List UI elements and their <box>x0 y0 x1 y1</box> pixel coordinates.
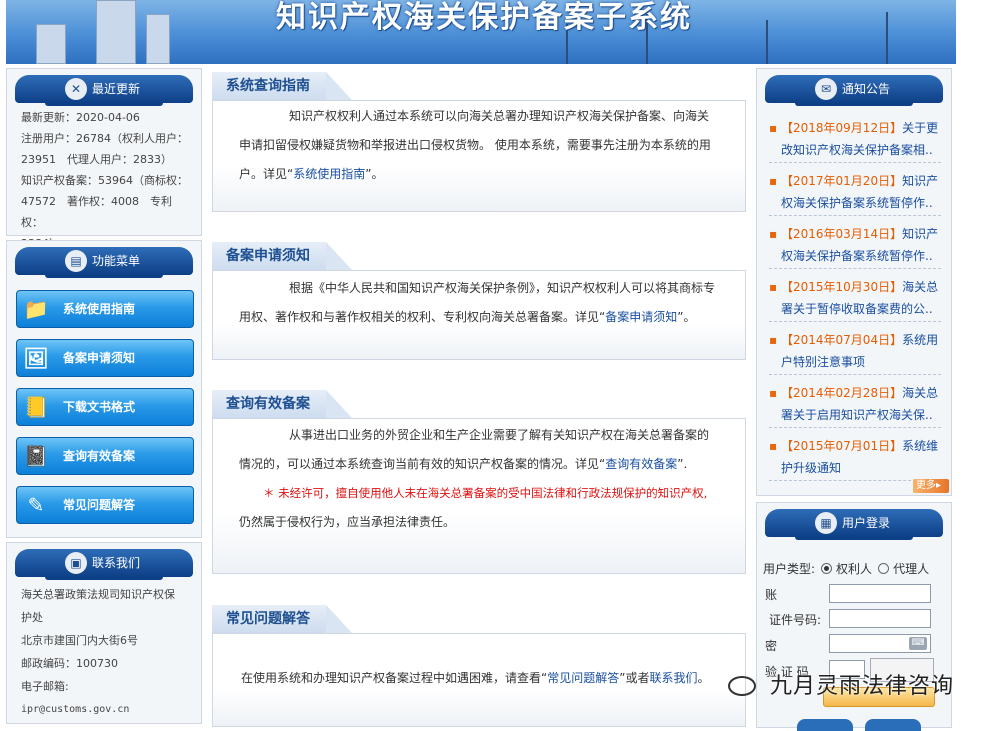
notice-item[interactable]: ▪ 【2014年02月28日】海关总署关于启用知识产权海关保.. <box>769 382 941 428</box>
picture-icon: 🖼 <box>23 346 49 370</box>
recent-updates-text: 最新更新：2020-04-06 注册用户：26784（权利人用户： 23951 … <box>21 111 188 250</box>
legal-warning: ＊ 未经许可，擅自使用他人未在海关总署备案的受中国法律和行政法规保护的知识产权, <box>263 486 708 500</box>
keyboard-icon[interactable]: ⌨ <box>909 637 927 650</box>
menu-faq-button[interactable]: ✎ 常见问题解答 <box>16 486 194 524</box>
recent-updates-panel: ✕ 最近更新 最新更新：2020-04-06 注册用户：26784（权利人用户：… <box>6 68 202 250</box>
cert-label: 证件号码: <box>769 613 822 627</box>
function-menu-panel: ▤ 功能菜单 📁 系统使用指南 🖼 备案申请须知 📒 下载文书格式 📓 查询有效… <box>6 240 202 538</box>
menu-download-forms-button[interactable]: 📒 下载文书格式 <box>16 388 194 426</box>
book-icon: ▤ <box>65 250 87 272</box>
section-body-faq: 在使用系统和办理知识产权备案过程中如遇困难，请查看“常见问题解答”或者联系我们。 <box>212 633 746 727</box>
login-header: ▦ 用户登录 <box>765 509 943 540</box>
section-title-apply: 备案申请须知 <box>212 242 352 270</box>
register-button[interactable] <box>797 719 853 731</box>
section-title-guide: 系统查询指南 <box>212 72 352 100</box>
banner-building <box>36 24 66 64</box>
calculator-icon: ▦ <box>815 512 837 534</box>
notice-item[interactable]: ▪ 【2015年07月01日】系统维护升级通知 <box>769 435 941 481</box>
contact-header: ▣ 联系我们 <box>15 549 193 580</box>
function-menu-header: ▤ 功能菜单 <box>15 247 193 278</box>
section-body-apply: 根据《中华人民共和国知识产权海关保护条例》，知识产权权利人可以将其商标专用权、著… <box>212 270 746 360</box>
wechat-icon <box>728 676 756 696</box>
notices-header: ✉ 通知公告 <box>765 75 943 106</box>
menu-system-guide-button[interactable]: 📁 系统使用指南 <box>16 290 194 328</box>
contact-text: 海关总署政策法规司知识产权保 护处 北京市建国门内大街6号 邮政编码：10073… <box>21 588 175 715</box>
notice-item[interactable]: ▪ 【2018年09月12日】关于更改知识产权海关保护备案相.. <box>769 117 941 163</box>
user-type-row: 用户类型: 权利人 代理人 <box>763 562 930 576</box>
more-notices-button[interactable]: 更多▸ <box>913 479 949 493</box>
binder-icon: 📒 <box>23 395 49 419</box>
section-title-query: 查询有效备案 <box>212 390 352 418</box>
pencil-icon: ✎ <box>27 493 45 517</box>
megaphone-icon: ✉ <box>815 78 837 100</box>
notice-item[interactable]: ▪ 【2016年03月14日】知识产权海关保护备案系统暂停作.. <box>769 223 941 269</box>
help-button[interactable] <box>865 719 921 731</box>
banner-building <box>146 14 170 64</box>
notice-item[interactable]: ▪ 【2014年07月04日】系统用户特别注意事项 <box>769 329 941 375</box>
site-title: 知识产权海关保护备案子系统 <box>276 0 692 35</box>
contact-panel: ▣ 联系我们 海关总署政策法规司知识产权保 护处 北京市建国门内大街6号 邮政编… <box>6 542 202 724</box>
recent-updates-header: ✕ 最近更新 <box>15 75 193 106</box>
banner-crane <box>886 12 888 64</box>
banner-building <box>96 0 136 64</box>
password-input[interactable]: ⌨ <box>829 634 931 653</box>
notice-item[interactable]: ▪ 【2015年10月30日】海关总署关于暂停收取备案费的公.. <box>769 276 941 322</box>
owner-radio[interactable] <box>821 563 833 574</box>
tools-icon: ✕ <box>65 78 87 100</box>
contact-us-link[interactable]: 联系我们 <box>649 671 697 685</box>
menu-query-records-button[interactable]: 📓 查询有效备案 <box>16 437 194 475</box>
printer-icon: ▣ <box>65 552 87 574</box>
apply-notice-link[interactable]: 备案申请须知 <box>605 310 677 324</box>
watermark-text: 九月灵雨法律咨询 <box>769 674 954 699</box>
notebook-icon: 📓 <box>23 444 49 468</box>
menu-apply-notice-button[interactable]: 🖼 备案申请须知 <box>16 339 194 377</box>
query-records-link[interactable]: 查询有效备案 <box>605 457 677 471</box>
faq-link[interactable]: 常见问题解答 <box>547 671 619 685</box>
legal-warning-cont: 仍然属于侵权行为，应当承担法律责任。 <box>239 515 456 529</box>
agent-radio[interactable] <box>878 563 890 574</box>
password-label: 密 <box>765 639 778 653</box>
header-banner: 知识产权海关保护备案子系统 <box>6 0 956 64</box>
system-guide-link[interactable]: 系统使用指南 <box>293 167 365 181</box>
account-label: 账 <box>765 588 778 602</box>
folder-icon: 📁 <box>23 297 49 321</box>
notice-item[interactable]: ▪ 【2017年01月20日】知识产权海关保护备案系统暂停作.. <box>769 170 941 216</box>
cert-number-input[interactable] <box>829 609 931 628</box>
section-title-faq: 常见问题解答 <box>212 605 352 633</box>
notices-panel: ✉ 通知公告 ▪ 【2018年09月12日】关于更改知识产权海关保护备案相.. ▪… <box>756 68 952 496</box>
account-input[interactable] <box>829 584 931 603</box>
section-body-guide: 知识产权权利人通过本系统可以向海关总署办理知识产权海关保护备案、向海关申请扣留侵… <box>212 100 746 212</box>
section-body-query: 从事进出口业务的外贸企业和生产企业需要了解有关知识产权在海关总署备案的情况的，可… <box>212 418 746 574</box>
banner-crane <box>766 20 768 64</box>
